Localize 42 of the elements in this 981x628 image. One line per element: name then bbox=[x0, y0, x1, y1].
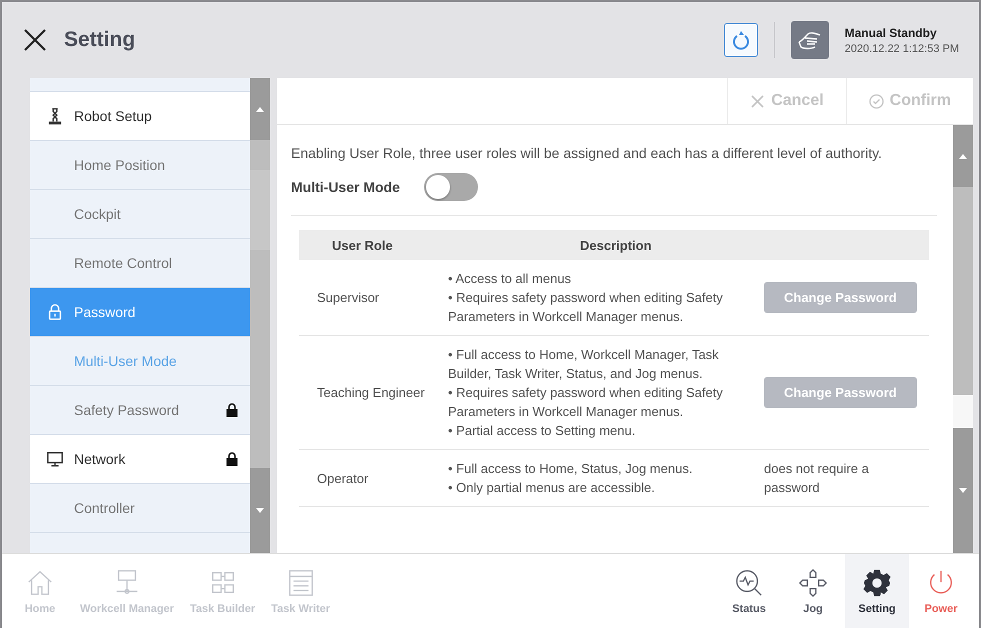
page-title: Setting bbox=[64, 28, 136, 52]
menu-section[interactable]: Network bbox=[30, 435, 250, 484]
hand-icon bbox=[790, 21, 829, 59]
scrollbar[interactable] bbox=[250, 78, 270, 553]
table-cell: • Access to all menus • Requires safety password when editing Safety Parameters in Workcell Manager menus. bbox=[440, 260, 756, 336]
refresh-button[interactable] bbox=[724, 23, 758, 57]
table-cell: • Full access to Home, Status, Jog menus. • Only partial menus are accessible. bbox=[440, 450, 756, 506]
check-circle-icon bbox=[868, 94, 884, 108]
menu-section[interactable]: Robot Setup bbox=[30, 92, 250, 141]
direction-pad-icon bbox=[798, 568, 828, 598]
nav-tab[interactable]: Setting bbox=[845, 554, 909, 628]
nav-tab[interactable]: Jog bbox=[781, 554, 845, 628]
scroll-down-icon bbox=[256, 508, 264, 513]
table-cell: Operator bbox=[299, 450, 440, 506]
table-cell: does not require a password bbox=[764, 461, 869, 495]
table-cell: • Full access to Home, Workcell Manager, Task Builder, Task Writer, Status, and Jog menus. • Requires safety password when editing Safety Parameters in Workcell Manager menus. • Partial access to Setting menu. bbox=[440, 336, 756, 450]
nav-tab[interactable]: Power bbox=[909, 554, 973, 628]
settings-icon bbox=[862, 568, 892, 598]
description-text: Enabling User Role, three user roles will be assigned and each has a different level of authority. bbox=[291, 145, 883, 161]
scroll-up-icon bbox=[959, 154, 967, 158]
close-button[interactable] bbox=[22, 27, 48, 53]
search-pulse-icon bbox=[734, 568, 764, 598]
scrollbar-thumb[interactable] bbox=[953, 395, 973, 428]
nav-tab[interactable]: Status bbox=[717, 554, 781, 628]
menu-section[interactable]: Password bbox=[30, 288, 250, 337]
toggle-switch[interactable] bbox=[424, 173, 478, 201]
padlock-icon bbox=[46, 303, 64, 321]
close-icon bbox=[750, 94, 766, 108]
robot-mode-status: Manual Standby bbox=[844, 26, 938, 40]
scrollbar-thumb[interactable] bbox=[250, 170, 270, 250]
date-time: 2020.12.22 1:12:53 PM bbox=[844, 42, 959, 54]
scrollbar[interactable] bbox=[953, 125, 973, 553]
column-header: Description bbox=[440, 230, 756, 260]
table-cell: Supervisor bbox=[299, 260, 440, 336]
refresh-icon bbox=[730, 30, 751, 50]
table-cell: Teaching Engineer bbox=[299, 336, 440, 450]
column-header: User Role bbox=[299, 230, 440, 260]
toggle-label: Multi-User Mode bbox=[291, 179, 400, 195]
robot-arm-icon bbox=[46, 107, 64, 125]
monitor-icon bbox=[46, 450, 64, 468]
scroll-up-icon bbox=[256, 106, 264, 112]
scroll-down-icon bbox=[959, 488, 967, 493]
